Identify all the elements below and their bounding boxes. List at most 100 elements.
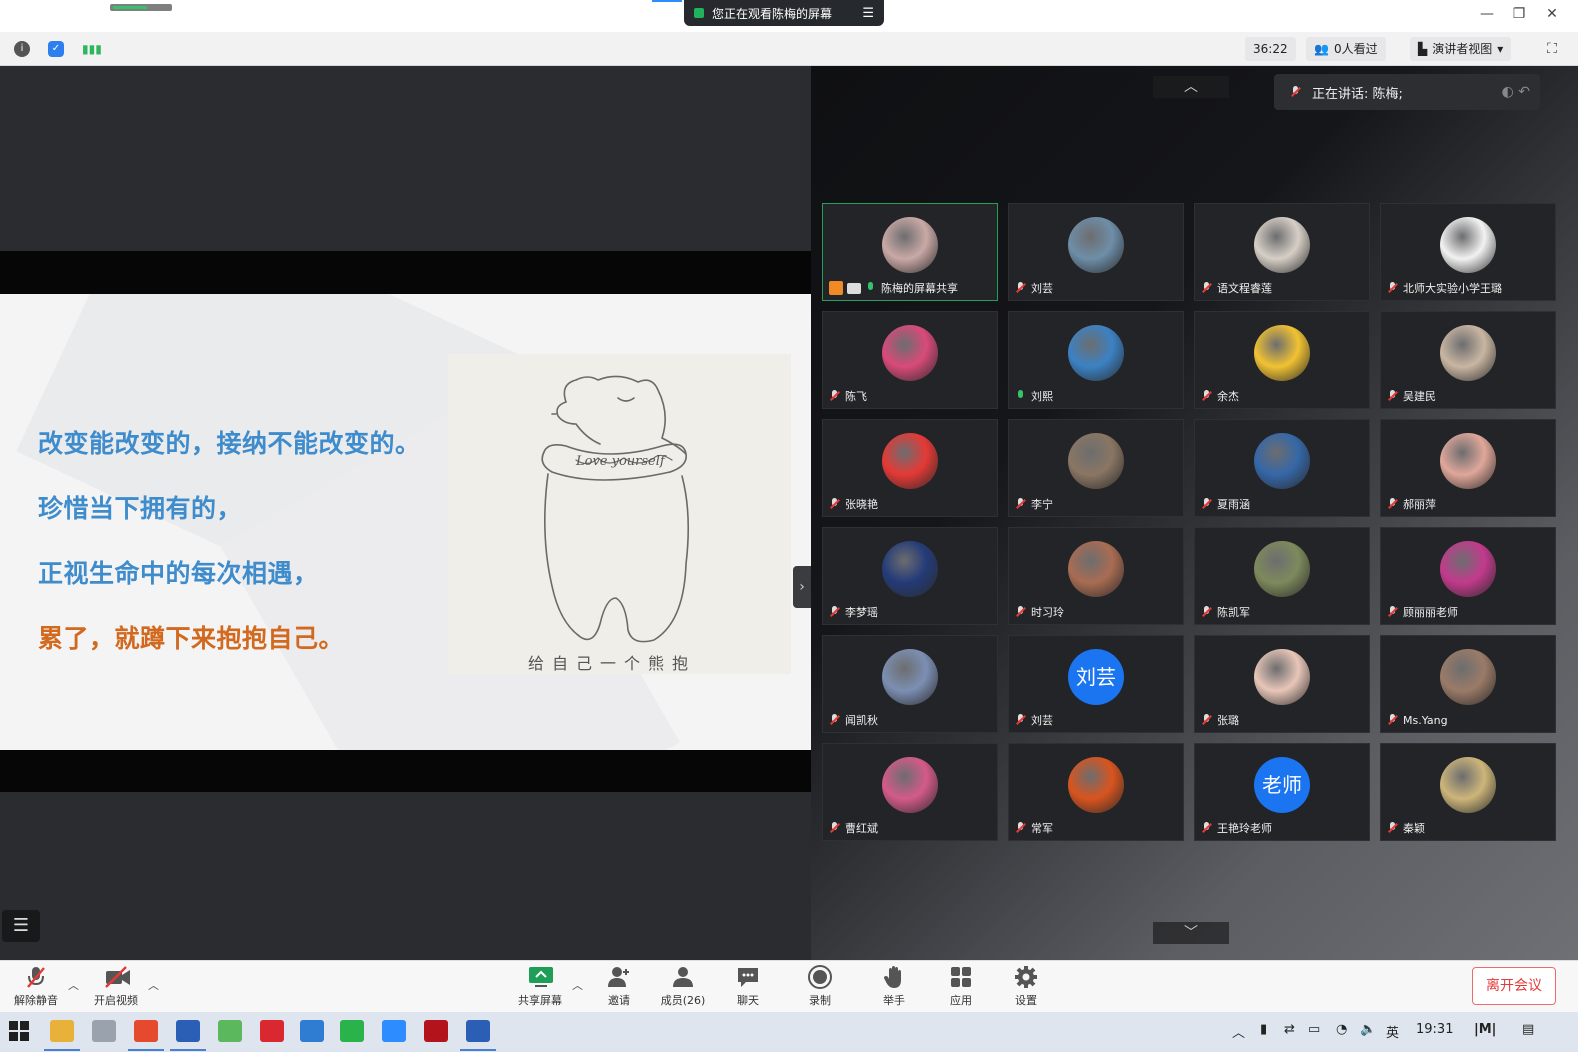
record-button[interactable]: 录制 [790,965,850,1008]
participant-name: 北师大实验小学王璐 [1403,282,1502,295]
photos-icon[interactable] [300,1020,324,1042]
volume-icon[interactable]: 🔈 [1360,1022,1376,1037]
battery-icon[interactable]: ▭ [1308,1022,1320,1037]
avatar [1440,325,1496,381]
share-screen-icon [528,965,553,989]
signal-icon[interactable]: ▮▮▮ [82,41,102,57]
participant-name: 陈飞 [845,390,867,403]
participant-tile[interactable]: 陈飞 [822,311,998,409]
mic-muted-icon [1201,714,1213,726]
bear-script-text: Love yourself [575,454,667,469]
ime-indicator[interactable]: 英 [1386,1022,1399,1041]
unmute-button[interactable]: 解除静音 [6,965,66,1008]
participant-name: 王艳玲老师 [1217,822,1272,835]
restore-icon[interactable]: ❐ [1507,6,1531,22]
participant-tile[interactable]: 吴建民 [1380,311,1556,409]
start-video-label: 开启视频 [94,994,138,1007]
tray-chevron-icon[interactable]: ︿ [1232,1022,1245,1041]
participant-tile[interactable]: 曹红斌 [822,743,998,841]
participant-tile[interactable]: 张晓艳 [822,419,998,517]
participant-tile[interactable]: 老师 王艳玲老师 [1194,743,1370,841]
avatar: 刘芸 [1068,649,1124,705]
participant-tile[interactable]: 李梦瑶 [822,527,998,625]
participant-tile[interactable]: 余杰 [1194,311,1370,409]
raise-hand-button[interactable]: 举手 [864,965,924,1008]
participant-tile[interactable]: 语文程睿莲 [1194,203,1370,301]
fullscreen-icon[interactable]: ⛶ [1544,41,1560,57]
avatar [1068,757,1124,813]
mic-muted-icon [1015,714,1027,726]
pdf-icon[interactable] [424,1020,448,1042]
browser-icon[interactable] [128,1020,164,1051]
participant-tile[interactable]: 秦颖 [1380,743,1556,841]
participant-label: 陈飞 [829,388,867,404]
mic-muted-icon [1015,498,1027,510]
participant-tile[interactable]: 郝丽萍 [1380,419,1556,517]
app-icon[interactable] [92,1020,116,1042]
share-screen-button[interactable]: 共享屏幕 [510,965,570,1008]
participant-tile[interactable]: 刘芸 [1008,203,1184,301]
participant-name: 夏雨涵 [1217,498,1250,511]
wps-icon[interactable] [260,1020,284,1042]
notification-icon[interactable]: ▤ [1522,1022,1534,1037]
participant-tile[interactable]: Ms.Yang [1380,635,1556,733]
tencent-meeting-icon[interactable] [382,1020,406,1042]
share-notice-pill[interactable]: 您正在观看陈梅的屏幕 ☰ [684,0,884,26]
participant-tile[interactable]: 陈凯军 [1194,527,1370,625]
participant-name: 余杰 [1217,390,1239,403]
share-options-caret[interactable]: ︿ [572,977,583,993]
start-video-button[interactable]: 开启视频 [86,965,146,1008]
apps-button[interactable]: 应用 [931,965,991,1008]
members-button[interactable]: 成员(26) [653,965,713,1008]
members-icon [671,965,695,989]
scroll-up-button[interactable]: ︿ [1153,76,1229,98]
participant-label: 刘芸 [1015,712,1053,728]
minimize-icon[interactable]: — [1475,6,1499,22]
leave-meeting-button[interactable]: 离开会议 [1472,967,1556,1005]
video-options-caret[interactable]: ︿ [148,977,159,993]
share-menu-icon[interactable]: ☰ [862,6,874,21]
participant-tile[interactable]: 闻凯秋 [822,635,998,733]
bear-drawing: Love yourself [541,375,690,643]
collapse-gallery-button[interactable]: › [793,566,811,608]
avatar [1068,541,1124,597]
invite-button[interactable]: 邀请 [589,965,649,1008]
file-explorer-icon[interactable] [44,1020,80,1051]
chat-button[interactable]: 聊天 [718,965,778,1008]
clock[interactable]: 19:31 [1416,1022,1453,1037]
participant-tile[interactable]: 刘熙 [1008,311,1184,409]
participant-tile[interactable]: 夏雨涵 [1194,419,1370,517]
participant-tile[interactable]: 刘芸 刘芸 [1008,635,1184,733]
participant-tile[interactable]: 常军 [1008,743,1184,841]
view-mode-select[interactable]: ▙ 演讲者视图 ▾ [1410,37,1512,61]
participant-tile[interactable]: 陈梅的屏幕共享 [822,203,998,301]
wechat-icon[interactable] [340,1020,364,1042]
participant-tile[interactable]: 北师大实验小学王璐 [1380,203,1556,301]
shield-icon[interactable]: ✓ [48,41,64,57]
avatar [1254,325,1310,381]
ie-icon[interactable] [218,1020,242,1042]
wifi-icon[interactable]: ◔ [1336,1022,1347,1037]
settings-button[interactable]: 设置 [996,965,1056,1008]
participant-name: 陈梅的屏幕共享 [881,282,958,295]
mic-muted-icon [1015,822,1027,834]
participant-tile[interactable]: 李宁 [1008,419,1184,517]
scroll-down-button[interactable]: ﹀ [1153,922,1229,944]
participant-tile[interactable]: 张璐 [1194,635,1370,733]
usb-icon[interactable]: ▮ [1260,1022,1267,1037]
word-icon[interactable] [170,1020,206,1051]
avatar [1068,217,1124,273]
audio-options-caret[interactable]: ︿ [68,977,79,993]
input-mode-icon[interactable]: |M| [1474,1022,1496,1037]
info-icon[interactable]: i [14,41,30,57]
participant-tile[interactable]: 时习玲 [1008,527,1184,625]
word-icon[interactable] [460,1020,496,1051]
expand-icon[interactable]: ◐ ↶ [1502,84,1530,100]
windows-start-icon[interactable] [8,1020,32,1042]
participant-name: 语文程睿莲 [1217,282,1272,295]
close-icon[interactable]: ✕ [1540,6,1564,22]
viewers-button[interactable]: 👥 0人看过 [1306,37,1386,61]
sync-icon[interactable]: ⇄ [1284,1022,1295,1037]
participant-tile[interactable]: 顾丽丽老师 [1380,527,1556,625]
list-menu-icon[interactable]: ☰ [2,910,40,942]
